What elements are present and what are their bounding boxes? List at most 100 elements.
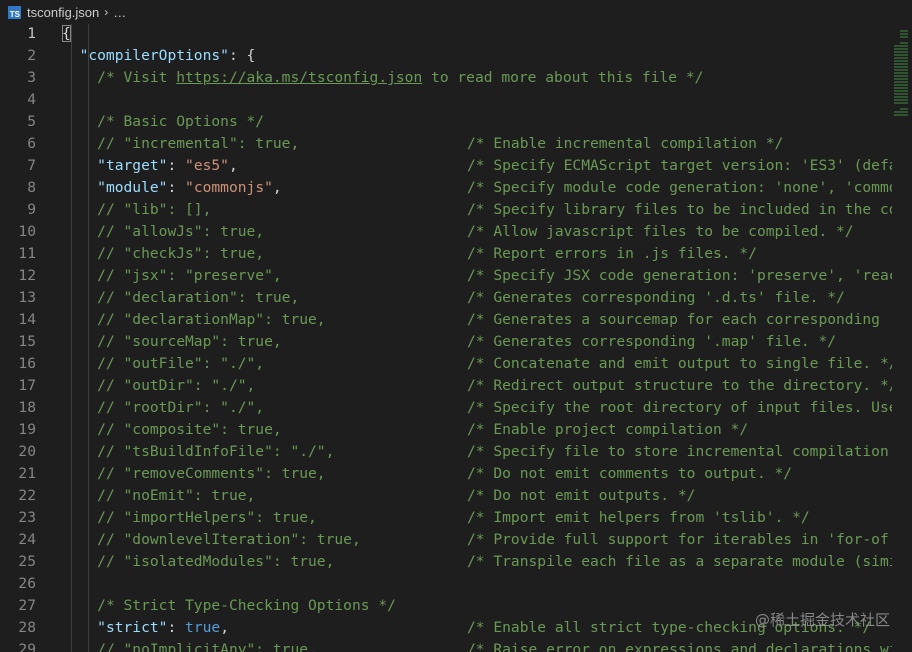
code-line[interactable]: 15 // "sourceMap": true, /* Generates cor… xyxy=(0,331,912,353)
code-text: // "isolatedModules": true, xyxy=(62,551,334,573)
minimap-line xyxy=(894,48,908,50)
inline-comment: /* Specify module code generation: 'none… xyxy=(467,179,912,196)
inline-comment: /* Transpile each file as a separate mod… xyxy=(467,553,912,570)
code-token: /* Visit xyxy=(97,69,177,86)
code-text: // "rootDir": "./", xyxy=(62,397,264,419)
line-number: 12 xyxy=(18,267,36,284)
inline-comment: /* Redirect output structure to the dire… xyxy=(467,377,898,394)
code-token: // "allowJs": true, xyxy=(97,223,265,240)
code-line[interactable]: 7 "target": "es5", /* Specify ECMAScript … xyxy=(0,155,912,177)
code-line[interactable]: 19 // "composite": true, /* Enable projec… xyxy=(0,419,912,441)
code-text: "target": "es5", xyxy=(62,155,238,177)
code-line[interactable]: 24 // "downlevelIteration": true, /* Prov… xyxy=(0,529,912,551)
line-number: 19 xyxy=(18,421,36,438)
code-token: "target" xyxy=(97,157,168,174)
minimap-line xyxy=(894,111,908,113)
typescript-file-icon: TS xyxy=(8,5,21,19)
code-line[interactable]: 2 "compilerOptions": { xyxy=(0,45,912,67)
minimap-line xyxy=(894,69,908,71)
minimap-line xyxy=(900,33,908,35)
line-number: 28 xyxy=(18,619,36,636)
line-number: 27 xyxy=(18,597,36,614)
code-token: , xyxy=(220,619,229,636)
code-line[interactable]: 18 // "rootDir": "./", /* Specify the roo… xyxy=(0,397,912,419)
code-token: "compilerOptions" xyxy=(79,47,229,64)
code-line[interactable]: 25 // "isolatedModules": true, /* Transpi… xyxy=(0,551,912,573)
code-text: // "lib": [], xyxy=(62,199,211,221)
code-token: https://aka.ms/tsconfig.json xyxy=(176,69,423,86)
line-number: 24 xyxy=(18,531,36,548)
code-line[interactable]: 1{ xyxy=(0,24,912,45)
line-number: 22 xyxy=(18,487,36,504)
code-text: // "sourceMap": true, xyxy=(62,331,282,353)
line-number: 15 xyxy=(18,333,36,350)
code-token: // "isolatedModules": true, xyxy=(97,553,335,570)
code-line[interactable]: 6 // "incremental": true, /* Enable incre… xyxy=(0,133,912,155)
inline-comment: /* Specify file to store incremental com… xyxy=(467,443,912,460)
code-line[interactable]: 21 // "removeComments": true, /* Do not e… xyxy=(0,463,912,485)
code-line[interactable]: 11 // "checkJs": true, /* Report errors i… xyxy=(0,243,912,265)
code-token: // "noEmit": true, xyxy=(97,487,256,504)
code-text: // "declarationMap": true, xyxy=(62,309,325,331)
code-line[interactable]: 23 // "importHelpers": true, /* Import em… xyxy=(0,507,912,529)
line-number: 6 xyxy=(27,135,36,152)
minimap-line xyxy=(894,114,908,116)
code-line[interactable]: 13 // "declaration": true, /* Generates c… xyxy=(0,287,912,309)
code-token: // "checkJs": true, xyxy=(97,245,265,262)
line-number: 18 xyxy=(18,399,36,416)
code-text: // "tsBuildInfoFile": "./", xyxy=(62,441,334,463)
minimap-line xyxy=(894,90,908,92)
line-number: 14 xyxy=(18,311,36,328)
code-line[interactable]: 5 /* Basic Options */ xyxy=(0,111,912,133)
minimap[interactable] xyxy=(892,24,912,652)
inline-comment: /* Specify JSX code generation: 'preserv… xyxy=(467,267,912,284)
minimap-line xyxy=(900,30,908,32)
code-line[interactable]: 10 // "allowJs": true, /* Allow javascrip… xyxy=(0,221,912,243)
line-number: 9 xyxy=(27,201,36,218)
line-number: 17 xyxy=(18,377,36,394)
code-line[interactable]: 4 xyxy=(0,89,912,111)
code-text: // "declaration": true, xyxy=(62,287,299,309)
code-line[interactable]: 14 // "declarationMap": true, /* Generate… xyxy=(0,309,912,331)
code-token: , xyxy=(272,179,282,196)
minimap-line xyxy=(894,87,908,89)
code-token: // "importHelpers": true, xyxy=(97,509,317,526)
inline-comment: /* Generates corresponding '.map' file. … xyxy=(467,333,837,350)
code-line[interactable]: 26 xyxy=(0,573,912,595)
code-line[interactable]: 22 // "noEmit": true, /* Do not emit outp… xyxy=(0,485,912,507)
minimap-line xyxy=(894,81,908,83)
code-line[interactable]: 16 // "outFile": "./", /* Concatenate and… xyxy=(0,353,912,375)
code-line[interactable]: 9 // "lib": [], /* Specify library files … xyxy=(0,199,912,221)
code-token: // "composite": true, xyxy=(97,421,282,438)
breadcrumb: TS tsconfig.json › … xyxy=(0,0,912,24)
code-line[interactable]: 3 /* Visit https://aka.ms/tsconfig.json … xyxy=(0,67,912,89)
line-number: 26 xyxy=(18,575,36,592)
code-token: // "declaration": true, xyxy=(97,289,300,306)
minimap-line xyxy=(894,72,908,74)
minimap-line xyxy=(894,51,908,53)
code-editor[interactable]: 1{2 "compilerOptions": {3 /* Visit https… xyxy=(0,24,912,652)
code-text: // "noEmit": true, xyxy=(62,485,255,507)
breadcrumb-file[interactable]: tsconfig.json xyxy=(27,5,99,20)
minimap-line xyxy=(894,54,908,56)
code-text: /* Basic Options */ xyxy=(62,111,264,133)
code-text: "module": "commonjs", xyxy=(62,177,282,199)
code-line[interactable]: 12 // "jsx": "preserve", /* Specify JSX c… xyxy=(0,265,912,287)
code-token: "commonjs" xyxy=(185,179,273,196)
code-line[interactable]: 20 // "tsBuildInfoFile": "./", /* Specify… xyxy=(0,441,912,463)
breadcrumb-more[interactable]: … xyxy=(113,5,126,20)
code-line[interactable]: 29 // "noImplicitAny": true, /* Raise err… xyxy=(0,639,912,652)
code-text: // "outDir": "./", xyxy=(62,375,255,397)
code-text: // "noImplicitAny": true, xyxy=(62,639,317,652)
code-line[interactable]: 8 "module": "commonjs", /* Specify module… xyxy=(0,177,912,199)
code-line[interactable]: 17 // "outDir": "./", /* Redirect output … xyxy=(0,375,912,397)
